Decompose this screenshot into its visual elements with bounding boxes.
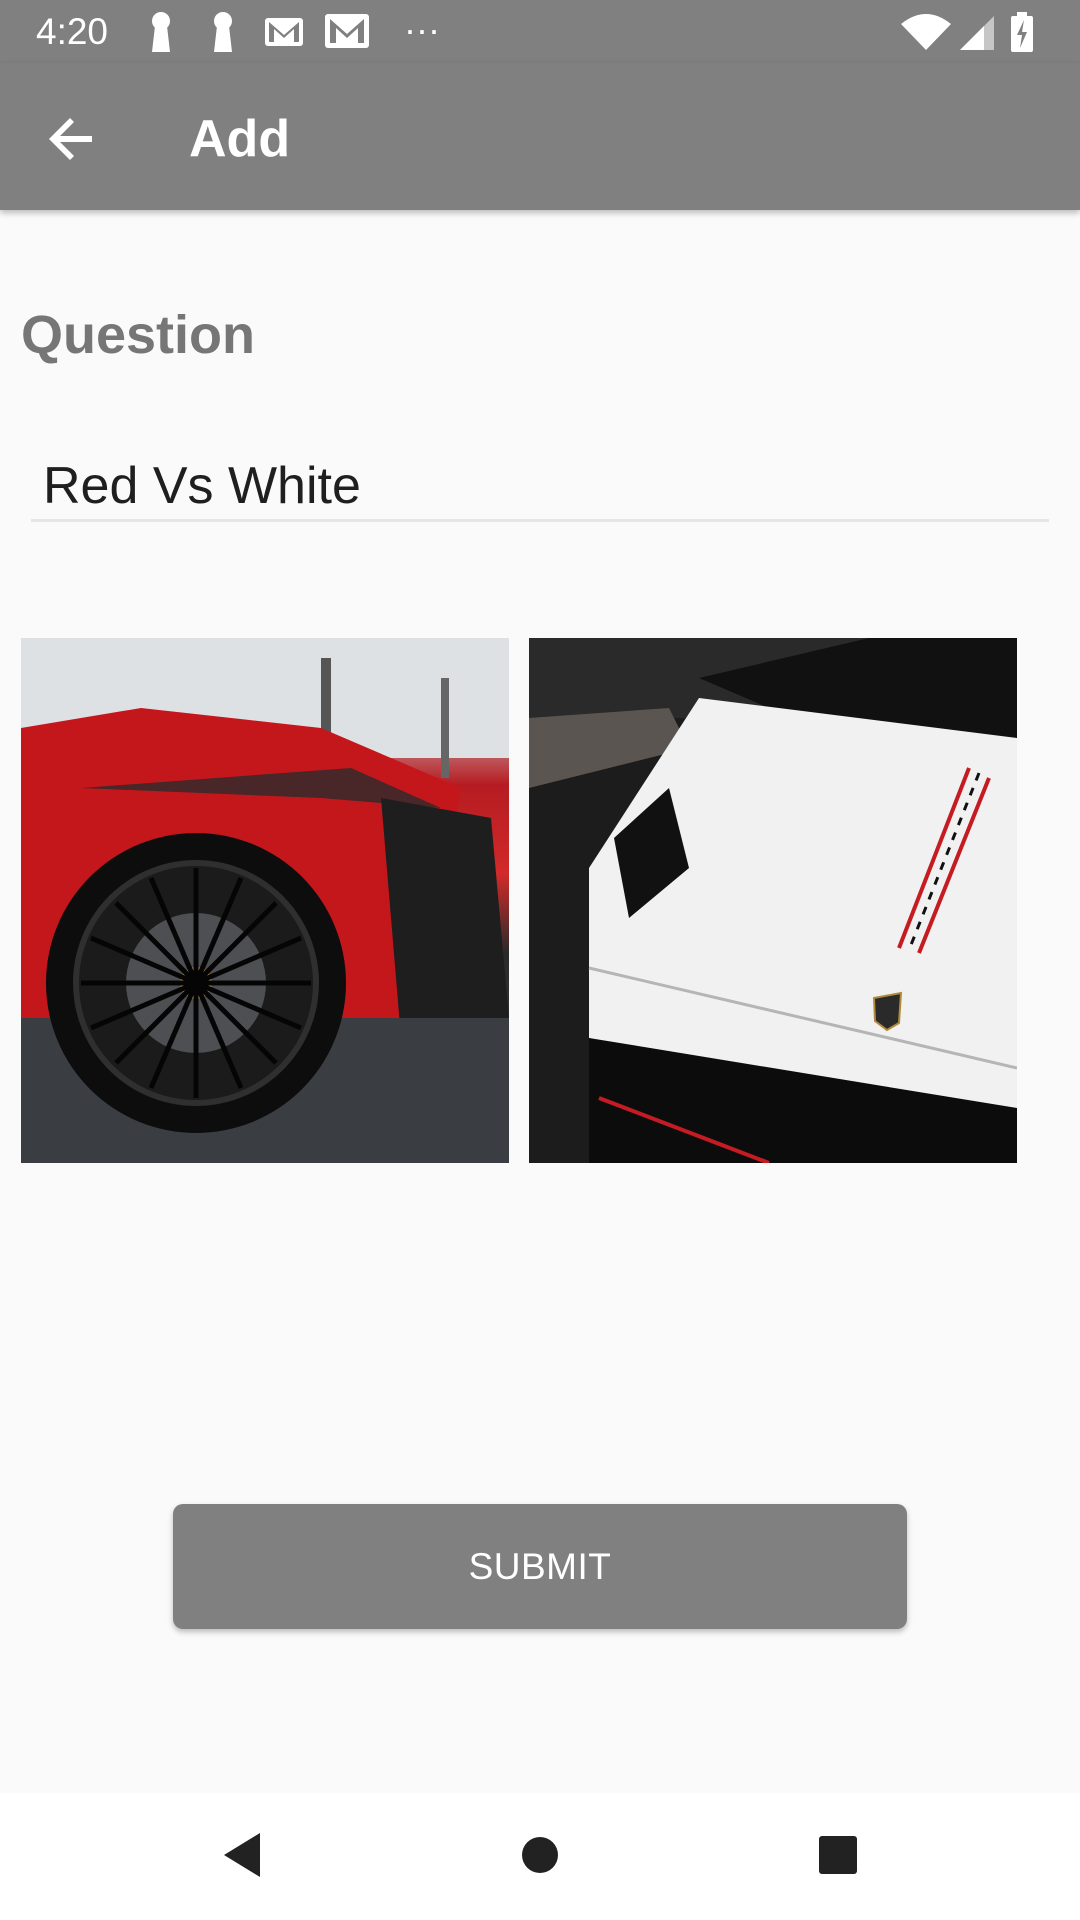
red-car-illustration <box>21 638 509 1163</box>
status-bar: 4:20 ··· <box>0 0 1080 63</box>
app-bar: Add <box>0 63 1080 210</box>
submit-button[interactable]: SUBMIT <box>173 1504 907 1629</box>
battery-icon <box>1008 10 1036 59</box>
nav-recents-button[interactable] <box>806 1823 870 1887</box>
nav-home-icon <box>522 1837 558 1873</box>
red-car-image[interactable] <box>21 638 509 1163</box>
system-icons <box>900 10 1050 54</box>
keyhole-icon <box>208 10 238 59</box>
back-button[interactable] <box>40 107 104 171</box>
page-title: Add <box>189 110 291 168</box>
white-car-illustration <box>529 638 1017 1163</box>
nav-back-button[interactable] <box>212 1823 276 1887</box>
wifi-icon <box>900 10 952 59</box>
status-time: 4:20 <box>36 11 109 52</box>
navigation-bar <box>0 1793 1080 1920</box>
question-label: Question <box>21 305 256 365</box>
signal-icon <box>958 10 998 59</box>
nav-recents-icon <box>819 1836 857 1874</box>
question-input[interactable] <box>31 452 1049 522</box>
more-icon: ··· <box>404 9 440 50</box>
keyhole-icon <box>146 10 176 59</box>
nav-home-button[interactable] <box>508 1823 572 1887</box>
arrow-back-icon <box>49 118 92 160</box>
gmail-icon <box>324 10 372 59</box>
white-car-image[interactable] <box>529 638 1017 1163</box>
nav-back-icon <box>224 1833 260 1877</box>
gmail-icon <box>264 10 304 59</box>
